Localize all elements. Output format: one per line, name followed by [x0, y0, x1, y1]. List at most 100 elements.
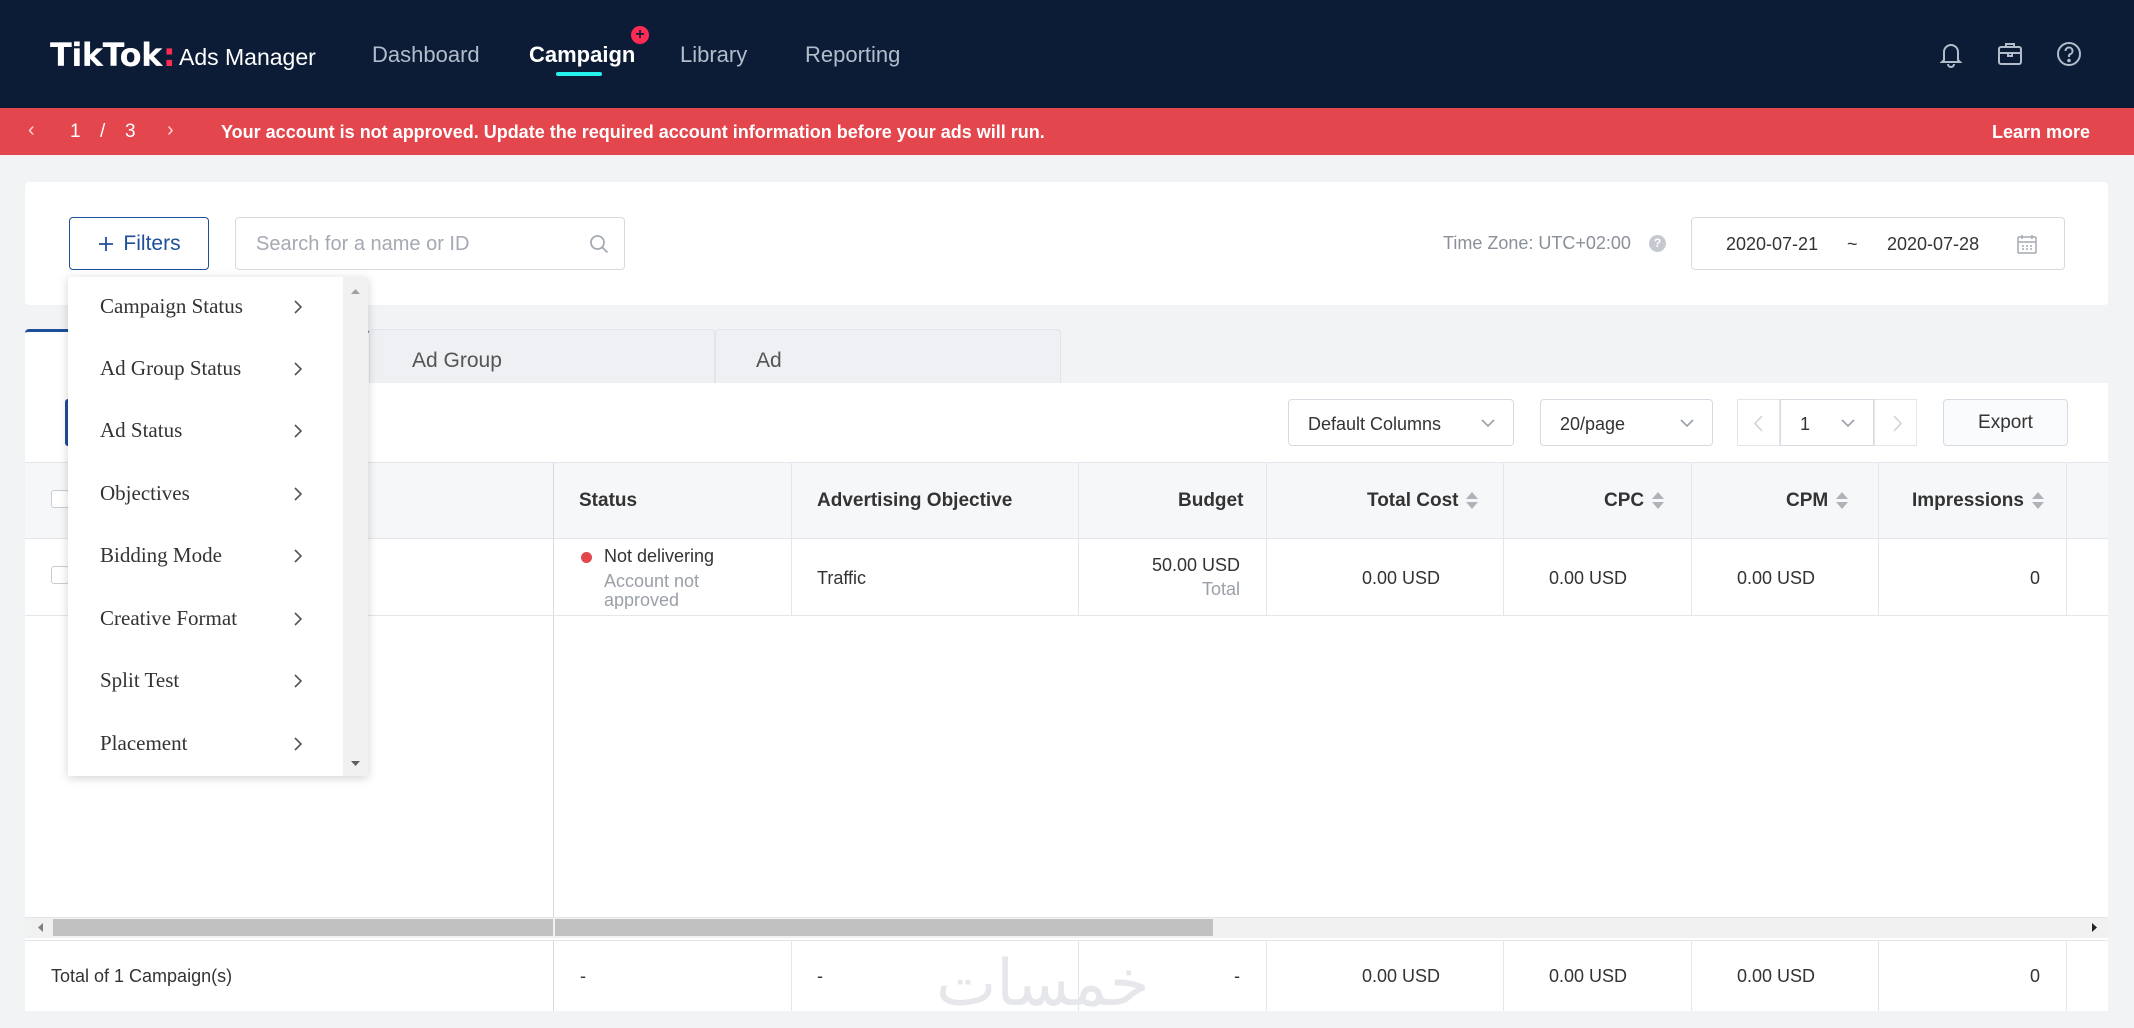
alert-prev-icon[interactable]: ‹ [28, 119, 35, 142]
nav-dashboard[interactable]: Dashboard [372, 42, 480, 68]
date-range-picker[interactable]: 2020-07-21 ~ 2020-07-28 [1691, 217, 2065, 270]
export-button[interactable]: Export [1943, 399, 2068, 446]
column-budget: Budget [1178, 490, 1244, 511]
plus-icon [99, 236, 114, 251]
frozen-column-divider [553, 940, 554, 1011]
chevron-right-icon [294, 487, 303, 501]
sort-icon[interactable] [2031, 492, 2044, 510]
totals-label: Total of 1 Campaign(s) [51, 966, 233, 986]
chevron-left-icon [1753, 415, 1763, 432]
scroll-down-icon[interactable] [343, 754, 368, 774]
briefcase-icon[interactable] [1994, 38, 2026, 70]
scroll-thumb[interactable] [555, 919, 1213, 936]
column-divider [791, 940, 792, 1011]
row-checkbox[interactable] [51, 566, 69, 584]
chevron-right-icon [294, 549, 303, 563]
account-alert-banner: ‹ 1 / 3 › Your account is not approved. … [0, 108, 2134, 155]
filter-ad-status[interactable]: Ad Status [100, 418, 182, 443]
chevron-down-icon [1481, 419, 1495, 428]
filter-dropdown-menu [68, 277, 368, 776]
scroll-left-icon[interactable] [33, 919, 49, 936]
column-divider [1691, 462, 1692, 616]
row-budget: 50.00 USD [1151, 555, 1240, 575]
filter-ad-group-status[interactable]: Ad Group Status [100, 356, 241, 381]
chevron-right-icon [1893, 415, 1903, 432]
column-impressions[interactable]: Impressions [1912, 490, 2044, 512]
sort-icon[interactable] [1652, 492, 1665, 510]
column-cpm[interactable]: CPM [1786, 490, 1849, 512]
totals-cpc: 0.00 USD [1548, 966, 1627, 986]
sort-icon[interactable] [1466, 492, 1479, 510]
sort-icon[interactable] [1836, 492, 1849, 510]
learn-more-link[interactable]: Learn more [1992, 122, 2090, 143]
columns-select[interactable]: Default Columns [1288, 399, 1514, 446]
totals-status: - [580, 966, 586, 986]
column-total-cost[interactable]: Total Cost [1367, 490, 1479, 512]
page-size-select[interactable]: 20/page [1540, 399, 1713, 446]
scroll-right-icon[interactable] [2086, 919, 2102, 936]
column-status: Status [579, 490, 638, 511]
row-status-detail-2: approved [604, 590, 680, 609]
filter-campaign-status[interactable]: Campaign Status [100, 294, 243, 319]
tab-ad[interactable]: Ad [715, 329, 1061, 383]
bell-icon[interactable] [1935, 38, 1967, 70]
chevron-right-icon [294, 737, 303, 751]
tab-ad-label: Ad [756, 349, 782, 372]
filter-placement[interactable]: Placement [100, 731, 187, 756]
page-number-select[interactable]: 1 [1780, 399, 1874, 446]
totals-total-cost: 0.00 USD [1361, 966, 1440, 986]
row-cpc: 0.00 USD [1548, 568, 1627, 588]
row-status: Not delivering [604, 546, 715, 566]
date-separator: ~ [1847, 234, 1858, 254]
row-total-cost: 0.00 USD [1361, 568, 1440, 588]
row-objective: Traffic [817, 568, 867, 588]
prev-page-button[interactable] [1737, 399, 1780, 446]
column-cpc[interactable]: CPC [1604, 490, 1665, 512]
select-all-checkbox[interactable] [51, 490, 69, 508]
date-end: 2020-07-28 [1887, 234, 1980, 254]
column-divider [1078, 462, 1079, 616]
next-page-button[interactable] [1874, 399, 1917, 446]
column-divider [1266, 462, 1267, 616]
date-start: 2020-07-21 [1726, 234, 1819, 254]
filter-objectives[interactable]: Objectives [100, 481, 190, 506]
alert-next-icon[interactable]: › [167, 119, 174, 142]
campaign-plus-badge[interactable]: + [631, 26, 649, 44]
calendar-icon [2017, 235, 2037, 254]
nav-campaign[interactable]: Campaign [529, 42, 635, 68]
nav-library[interactable]: Library [680, 42, 747, 68]
filter-bidding-mode[interactable]: Bidding Mode [100, 543, 222, 568]
row-status-detail: Account not [604, 571, 700, 591]
row-cpm: 0.00 USD [1736, 568, 1815, 588]
alert-page-sep: / [100, 121, 106, 142]
filter-split-test[interactable]: Split Test [100, 668, 179, 693]
chevron-right-icon [294, 300, 303, 314]
column-divider [1878, 462, 1879, 616]
chevron-right-icon [294, 362, 303, 376]
alert-page-current: 1 [70, 121, 81, 142]
help-icon[interactable] [2053, 38, 2085, 70]
nav-reporting[interactable]: Reporting [805, 42, 900, 68]
search-placeholder: Search for a name or ID [256, 233, 470, 255]
totals-impressions: 0 [2029, 966, 2040, 986]
column-divider [1878, 940, 1879, 1011]
timezone-label: Time Zone: UTC+02:00 [1443, 233, 1631, 253]
frozen-scroll-thumb[interactable] [53, 919, 553, 936]
tab-ad-group-label: Ad Group [412, 349, 502, 372]
alert-message: Your account is not approved. Update the… [221, 122, 1045, 142]
filters-button[interactable]: Filters [69, 217, 209, 270]
frozen-column-divider [553, 462, 554, 917]
tab-ad-group[interactable]: Ad Group [369, 329, 715, 383]
columns-select-label: Default Columns [1308, 414, 1442, 434]
row-budget-type: Total [1201, 579, 1240, 599]
tiktok-logo[interactable]: TikTok: [50, 36, 176, 74]
page-number: 1 [1800, 414, 1811, 434]
dropdown-scrollbar[interactable] [343, 277, 368, 776]
row-impressions: 0 [2029, 568, 2040, 588]
filter-creative-format[interactable]: Creative Format [100, 606, 237, 631]
totals-budget: - [1234, 966, 1240, 986]
scroll-up-icon[interactable] [343, 281, 368, 301]
search-input[interactable]: Search for a name or ID [235, 217, 625, 270]
alert-page-total: 3 [125, 121, 136, 142]
timezone-help-icon[interactable]: ? [1649, 235, 1666, 252]
